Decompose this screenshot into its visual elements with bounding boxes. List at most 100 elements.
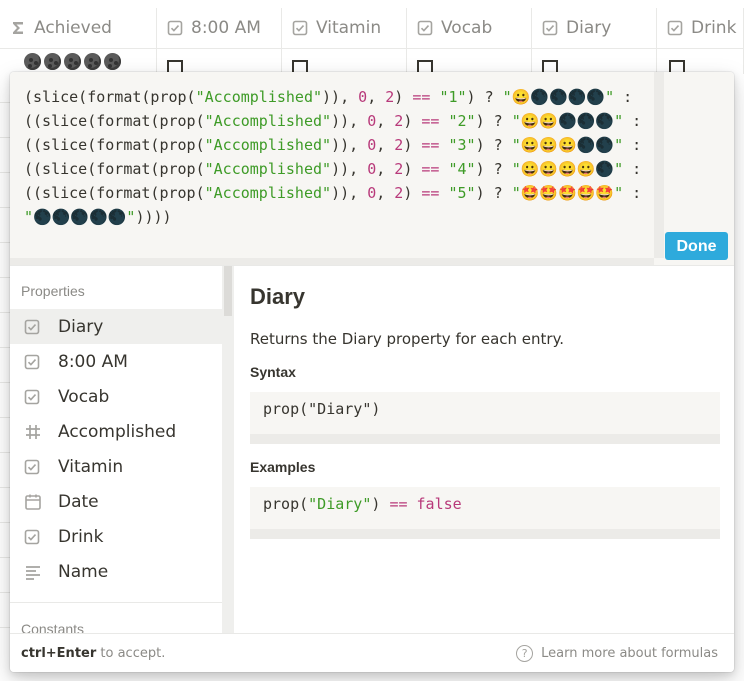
formula-number: 2 [385, 88, 395, 106]
syntax-label: Syntax [250, 364, 296, 380]
example-code-prop: prop( [263, 495, 309, 513]
formula-operator: == [421, 160, 440, 178]
formula-token: (slice(format(prop( [24, 88, 196, 106]
formula-string: "4" [448, 160, 476, 178]
table-cell[interactable] [532, 48, 657, 76]
done-button[interactable]: Done [665, 232, 728, 260]
editor-vertical-scrollbar[interactable] [654, 72, 664, 258]
formula-token: )))) [135, 208, 172, 226]
property-item-label: Vitamin [58, 456, 124, 477]
new-moon-emoji [104, 52, 121, 70]
checkbox-icon [417, 20, 433, 36]
formula-token: ) ? [475, 112, 512, 130]
table-cell[interactable] [282, 48, 407, 76]
formula-string: "🌑🌑🌑🌑🌑" [24, 208, 136, 226]
formula-number: 0 [367, 184, 377, 202]
new-moon-emoji [64, 52, 81, 70]
column-header-label: Achieved [34, 18, 112, 38]
column-header-label: 8:00 AM [191, 18, 261, 38]
formula-token: )), [322, 88, 359, 106]
formula-string: "3" [448, 136, 476, 154]
new-moon-emoji [44, 52, 61, 70]
formula-string: "Accomplished" [195, 88, 323, 106]
formula-popup: (slice(format(prop("Accomplished")), 0, … [10, 72, 734, 672]
formula-string: "🤩🤩🤩🤩🤩" [511, 184, 624, 202]
code-scrollbar[interactable] [250, 529, 720, 539]
formula-token: ) [403, 112, 422, 130]
formula-string: "😀😀🌑🌑🌑" [511, 112, 624, 130]
table-cell[interactable] [0, 48, 157, 74]
formula-token: ) ? [475, 184, 512, 202]
formula-number: 0 [367, 160, 377, 178]
example-code-operator: == [389, 495, 408, 513]
column-header-label: Drink [691, 18, 737, 38]
syntax-code-box: prop("Diary") [250, 392, 720, 444]
property-item-accomplished[interactable]: Accomplished [10, 414, 222, 449]
column-header-vocab[interactable]: Vocab [407, 8, 532, 48]
property-item-label: Accomplished [58, 421, 177, 442]
property-item-label: Drink [58, 526, 104, 547]
property-item-label: Name [58, 561, 109, 582]
column-header-achieved[interactable]: Achieved [0, 8, 157, 48]
property-item-drink[interactable]: Drink [10, 519, 222, 554]
example-code-box: prop("Diary") == false [250, 487, 720, 539]
checkbox-icon [24, 459, 46, 475]
formula-token: ) ? [475, 136, 512, 154]
table-cell[interactable] [157, 48, 282, 76]
formula-token: )), [331, 112, 368, 130]
formula-operator: == [421, 136, 440, 154]
property-item-diary[interactable]: Diary [10, 309, 222, 344]
checkbox-icon [24, 529, 46, 545]
formula-token: ) ? [466, 88, 503, 106]
list-scrollbar-thumb[interactable] [224, 266, 232, 316]
checkbox-icon [24, 389, 46, 405]
column-header-drink[interactable]: Drink [657, 8, 744, 48]
formula-number: 0 [367, 136, 377, 154]
formula-number: 0 [358, 88, 368, 106]
property-item-8-00-am[interactable]: 8:00 AM [10, 344, 222, 379]
help-icon: ? [516, 645, 534, 662]
property-item-name[interactable]: Name [10, 554, 222, 589]
detail-panel: Diary Returns the Diary property for eac… [236, 266, 734, 634]
property-item-label: Date [58, 491, 99, 512]
formula-operator: == [421, 112, 440, 130]
formula-input[interactable]: (slice(format(prop("Accomplished")), 0, … [24, 85, 654, 229]
formula-editor[interactable]: (slice(format(prop("Accomplished")), 0, … [10, 72, 734, 265]
new-moon-emoji [24, 52, 41, 70]
detail-description: Returns the Diary property for each entr… [250, 330, 565, 348]
detail-title: Diary [250, 284, 306, 309]
formula-string: "😀🌑🌑🌑🌑" [502, 88, 615, 106]
checkbox-icon [167, 20, 183, 36]
code-scrollbar[interactable] [250, 434, 720, 444]
list-scrollbar[interactable] [222, 266, 234, 634]
properties-list: Properties Diary 8:00 AM Vocab Accomplished… [10, 266, 223, 634]
formula-string: "2" [448, 112, 476, 130]
help-link[interactable]: ? Learn more about formulas [516, 645, 718, 662]
formula-token: ) [403, 136, 422, 154]
text-lines-icon [24, 563, 46, 581]
checkbox-icon [667, 20, 683, 36]
property-item-vocab[interactable]: Vocab [10, 379, 222, 414]
checkbox-icon [292, 20, 308, 36]
column-header-label: Vitamin [316, 18, 382, 38]
formula-operator: == [412, 88, 431, 106]
formula-token: , [376, 184, 395, 202]
checkbox-icon [542, 20, 558, 36]
column-header-8-00-am[interactable]: 8:00 AM [157, 8, 282, 48]
editor-horizontal-scrollbar[interactable] [10, 258, 654, 265]
formula-token: ) [403, 160, 422, 178]
formula-string: "😀😀😀🌑🌑" [511, 136, 624, 154]
column-header-vitamin[interactable]: Vitamin [282, 8, 407, 48]
table-cell[interactable] [657, 48, 744, 76]
example-code-value: false [407, 495, 462, 513]
section-divider [10, 602, 222, 603]
property-item-date[interactable]: Date [10, 484, 222, 519]
shortcut-key: ctrl+Enter [21, 646, 97, 661]
table-cell[interactable] [407, 48, 532, 76]
formula-number: 2 [394, 160, 404, 178]
property-item-vitamin[interactable]: Vitamin [10, 449, 222, 484]
formula-string: "Accomplished" [204, 112, 332, 130]
formula-token: , [376, 160, 395, 178]
shortcut-suffix: to accept. [96, 646, 166, 661]
column-header-diary[interactable]: Diary [532, 8, 657, 48]
